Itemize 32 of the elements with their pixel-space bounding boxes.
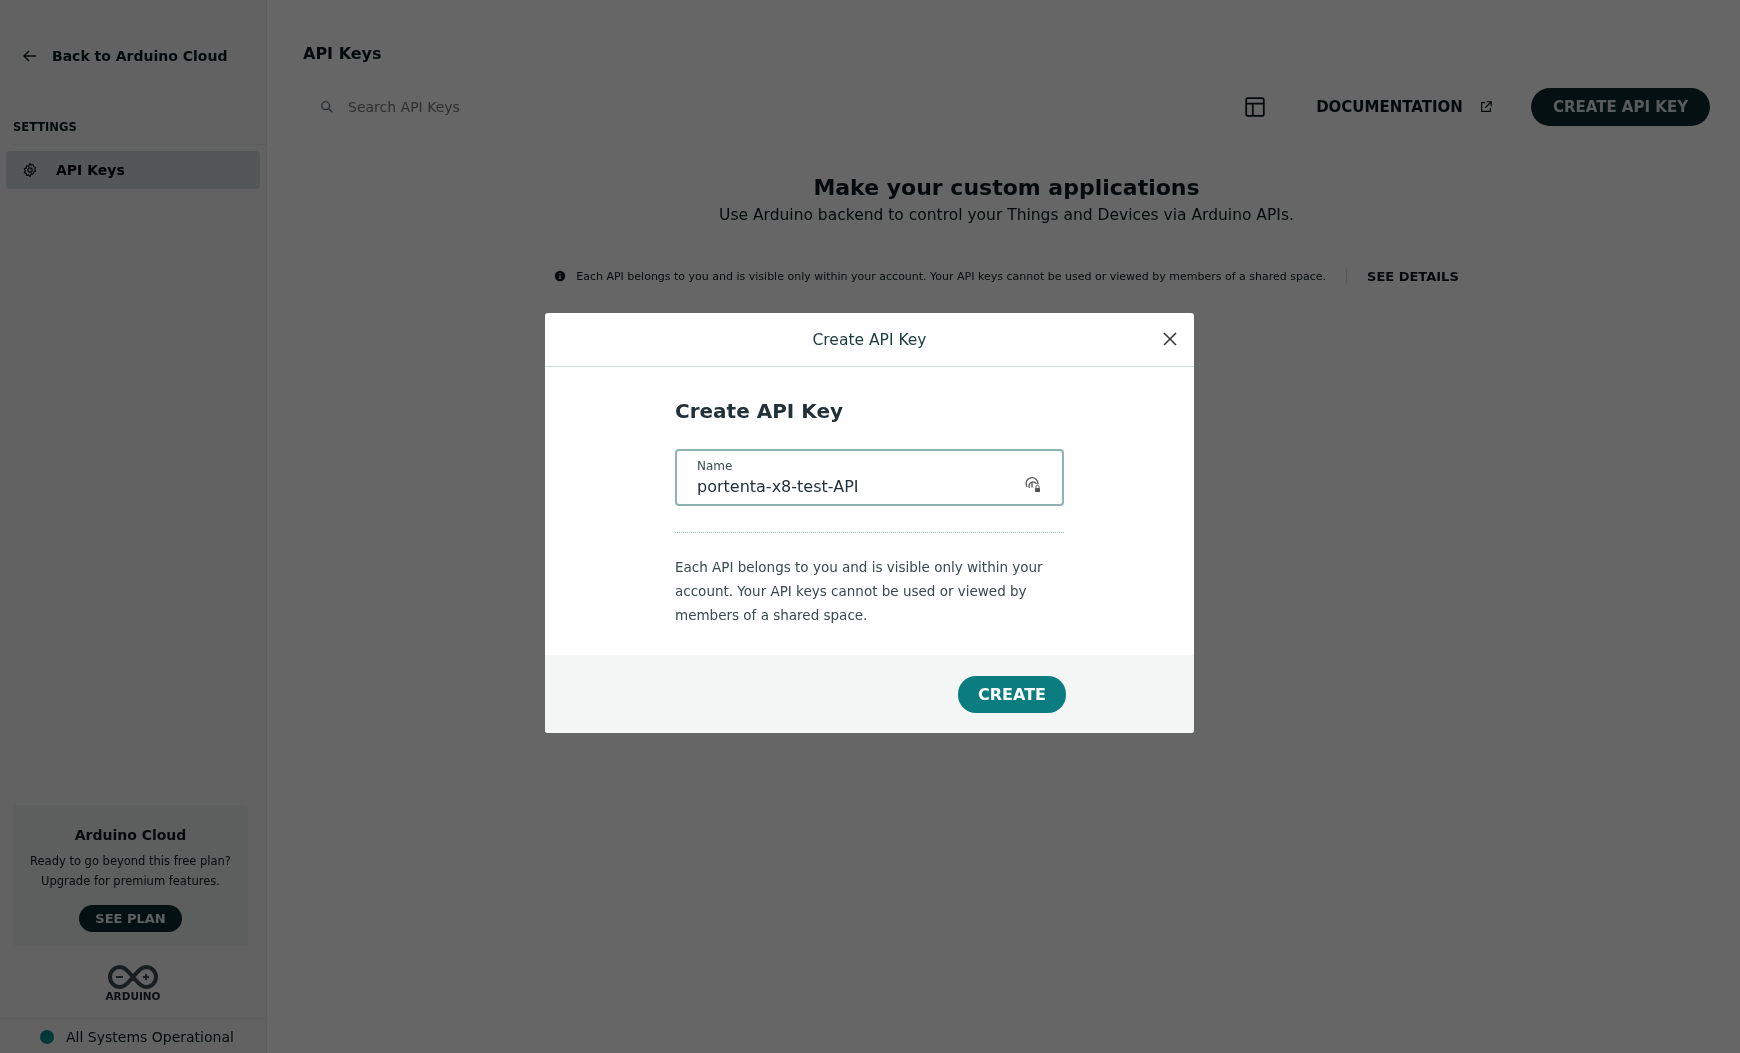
info-text: Each API belongs to you and is visible only within your account. Your API keys cannot be used or viewed by members of a shared space. — [576, 269, 1327, 283]
page-subheading: Use Arduino backend to control your Things and Devices via Arduino APIs. — [719, 206, 1294, 224]
page-title: API Keys — [303, 44, 383, 63]
promo-text: Ready to go beyond this free plan? — [30, 853, 231, 870]
sidebar-item[interactable]: API Keys — [6, 151, 260, 189]
see-details-link[interactable]: SEE DETAILS — [1367, 268, 1459, 284]
status-text: All Systems Operational — [66, 1029, 234, 1045]
close-icon[interactable] — [1162, 331, 1178, 347]
dialog-text: Each API belongs to you and is visible only within your account. Your API keys cannot be used or viewed by members of a shared space. — [675, 558, 1044, 625]
external-link-icon[interactable] — [1478, 100, 1493, 114]
see-plan-button[interactable]: SEE PLAN — [79, 905, 182, 932]
dialog-title: Create API Key — [812, 330, 927, 349]
promo-title: Arduino Cloud — [74, 827, 187, 843]
documentation-link[interactable]: DOCUMENTATION — [1316, 98, 1463, 116]
create-button[interactable]: CREATE — [958, 675, 1066, 713]
name-input[interactable]: portenta-x8-test-API — [697, 473, 1024, 496]
logo-text: ARDUINO — [105, 990, 161, 1002]
search-icon — [320, 100, 334, 114]
infinity-logo-icon — [107, 964, 159, 990]
info-icon — [554, 270, 567, 282]
back-link[interactable]: Back to Arduino Cloud — [22, 48, 266, 64]
promo-text: Upgrade for premium features. — [41, 873, 220, 890]
fingerprint-lock-icon — [1024, 475, 1042, 494]
create-api-key-button[interactable]: CREATE API KEY — [1530, 88, 1710, 126]
status-dot — [40, 1030, 54, 1044]
name-field[interactable]: Name portenta-x8-test-API — [675, 449, 1064, 506]
arrow-left-icon — [22, 48, 38, 64]
table-layout-icon[interactable] — [1244, 96, 1267, 118]
page-heading: Make your custom applications — [813, 175, 1200, 200]
dialog-heading: Create API Key — [675, 399, 844, 423]
gear-icon — [22, 162, 38, 178]
section-label: SETTINGS — [13, 120, 266, 145]
